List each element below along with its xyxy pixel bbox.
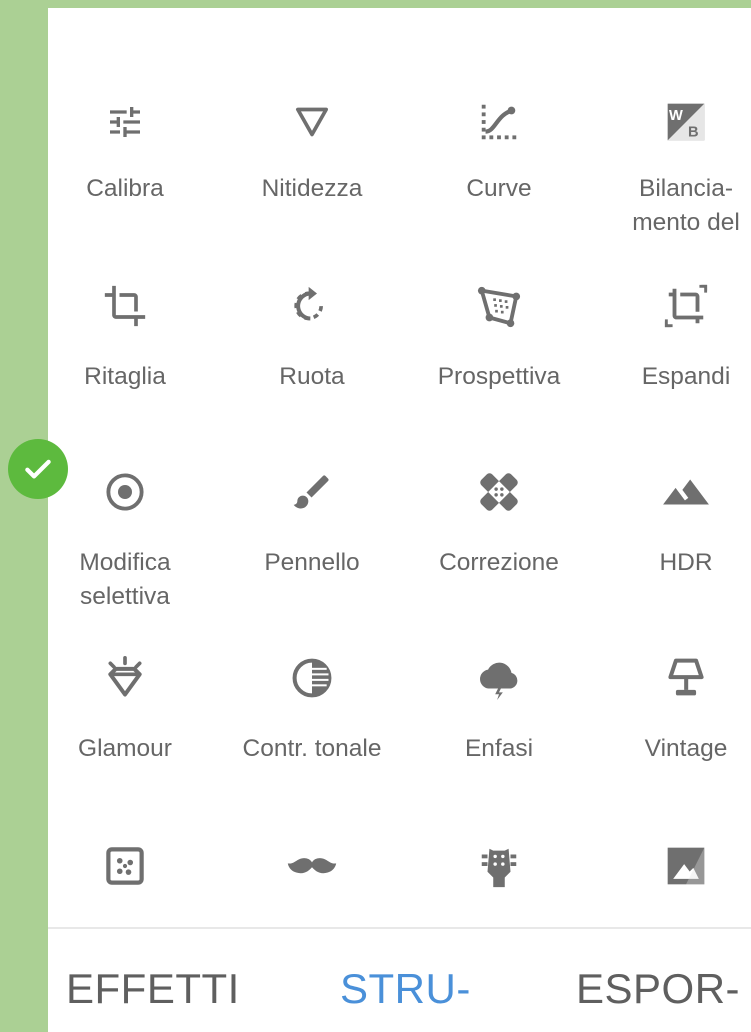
tool-ritaglia[interactable]: Ritaglia xyxy=(48,276,218,416)
tool-label: Contr. tonale xyxy=(242,735,382,762)
diamond-glow-icon xyxy=(95,648,155,708)
mustache-icon xyxy=(282,836,342,896)
tool-ruota[interactable]: Ruota xyxy=(219,276,405,416)
crop-icon xyxy=(95,276,155,336)
tool-label: Curve xyxy=(466,175,532,202)
mountains-icon xyxy=(656,462,716,522)
expand-icon xyxy=(656,276,716,336)
tool-label: Vintage xyxy=(644,735,728,762)
perspective-icon xyxy=(469,276,529,336)
tool-label: HDR xyxy=(659,549,713,576)
tool-chitarra[interactable] xyxy=(406,836,592,916)
tabs-divider xyxy=(48,927,751,929)
tool-enfasi[interactable]: Enfasi xyxy=(406,648,592,788)
tool-glamour[interactable]: Glamour xyxy=(48,648,218,788)
tab-effetti[interactable]: EFFETTI xyxy=(66,961,240,1017)
tool-prospettiva[interactable]: Prospettiva xyxy=(406,276,592,416)
tool-bilanciamento[interactable]: W B Bilancia- mento del xyxy=(593,92,751,236)
black-white-icon xyxy=(656,836,716,896)
grainy-film-icon xyxy=(95,836,155,896)
tool-baffi[interactable] xyxy=(219,836,405,916)
curve-icon xyxy=(469,92,529,152)
tool-pennello[interactable]: Pennello xyxy=(219,462,405,602)
tool-curve[interactable]: Curve xyxy=(406,92,592,232)
rotate-icon xyxy=(282,276,342,336)
svg-text:W: W xyxy=(669,108,683,124)
svg-text:B: B xyxy=(688,125,699,141)
tune-sliders-icon xyxy=(95,92,155,152)
guitar-head-icon xyxy=(469,836,529,896)
tool-label: Ruota xyxy=(279,363,345,390)
tool-label: Enfasi xyxy=(464,735,534,762)
tool-vintage[interactable]: Vintage xyxy=(593,648,751,788)
bandage-icon xyxy=(469,462,529,522)
triangle-down-icon xyxy=(282,92,342,152)
tool-hdr[interactable]: HDR xyxy=(593,462,751,602)
tool-espandi[interactable]: Espandi xyxy=(593,276,751,416)
tool-label: Modifica selettiva xyxy=(79,549,171,610)
storm-cloud-icon xyxy=(469,648,529,708)
tool-label: Correzione xyxy=(439,549,559,576)
white-balance-icon: W B xyxy=(656,92,716,152)
tool-label: Ritaglia xyxy=(84,363,166,390)
tool-correzione[interactable]: Correzione xyxy=(406,462,592,602)
selective-target-icon xyxy=(95,462,155,522)
tool-label: Espandi xyxy=(641,363,731,390)
tool-modifica-selettiva[interactable]: Modifica selettiva xyxy=(48,462,218,622)
tool-calibra[interactable]: Calibra xyxy=(48,92,218,232)
tab-esporta[interactable]: ESPOR- xyxy=(576,961,740,1017)
tool-nitidezza[interactable]: Nitidezza xyxy=(219,92,405,232)
lamp-icon xyxy=(656,648,716,708)
tool-label: Prospettiva xyxy=(437,363,561,390)
tool-grana[interactable] xyxy=(48,836,218,916)
selected-check-icon xyxy=(8,439,68,499)
tool-label: Calibra xyxy=(86,175,164,202)
tool-label: Bilancia- mento del xyxy=(632,175,740,236)
tool-label: Nitidezza xyxy=(261,175,363,202)
tool-label: Pennello xyxy=(264,549,360,576)
tool-bianco-nero[interactable] xyxy=(593,836,751,916)
tool-contr-tonale[interactable]: Contr. tonale xyxy=(219,648,405,788)
brush-icon xyxy=(282,462,342,522)
tab-strumenti[interactable]: STRU- xyxy=(340,961,471,1017)
tools-panel: Calibra Nitidezza Curve W B Bilancia- me… xyxy=(48,8,751,1032)
tool-label: Glamour xyxy=(78,735,172,762)
tonal-contrast-icon xyxy=(282,648,342,708)
